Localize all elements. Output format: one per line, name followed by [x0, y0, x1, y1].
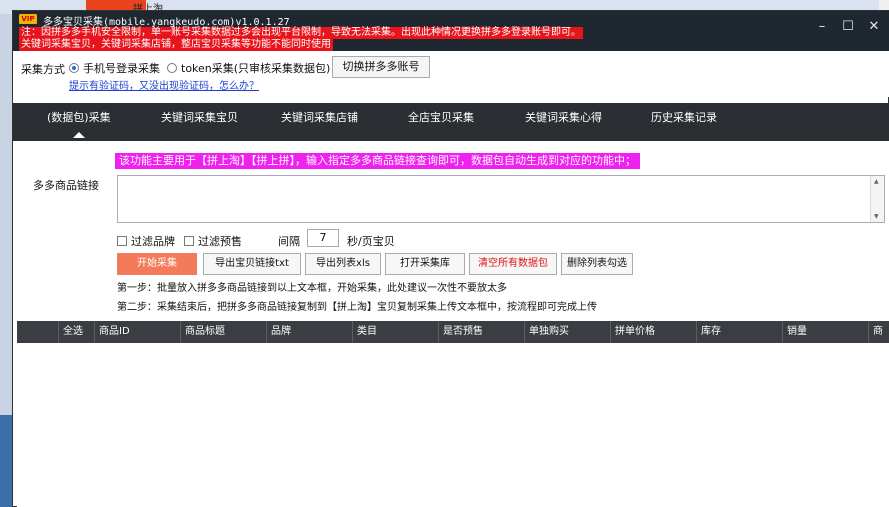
filter-brand-checkbox[interactable]: 过滤品牌 — [117, 233, 175, 249]
interval-input[interactable]: 7 — [307, 229, 339, 247]
app-window: VIP 多多宝贝采集(mobile.yangkeudo.com)v1.0.1.2… — [12, 10, 889, 507]
checkbox-icon — [184, 236, 194, 246]
radio-phone-login-label: 手机号登录采集 — [83, 62, 160, 75]
filter-presale-checkbox[interactable]: 过滤预售 — [184, 233, 242, 249]
data-package-panel: 该功能主要用于【拼上淘】【拼上拼】，输入指定多多商品链接查询即可，数据包自动生成… — [13, 141, 889, 321]
filter-brand-label: 过滤品牌 — [131, 235, 175, 248]
results-table-body[interactable] — [17, 343, 889, 507]
links-label: 多多商品链接 — [33, 179, 99, 192]
column-sales[interactable]: 销量 — [783, 321, 869, 343]
tab-keyword-tips[interactable]: 关键词采集心得 — [525, 103, 602, 141]
collect-method-area: 采集方式 手机号登录采集 token采集(只审核采集数据包) 切换拼多多账号 提… — [13, 51, 889, 97]
checkbox-icon — [117, 236, 127, 246]
tab-keyword-shops[interactable]: 关键词采集店铺 — [281, 103, 358, 141]
column-group-price[interactable]: 拼单价格 — [611, 321, 697, 343]
background-left-edge — [0, 415, 12, 507]
radio-unchecked-icon — [167, 63, 177, 73]
column-category[interactable]: 类目 — [353, 321, 439, 343]
radio-token[interactable]: token采集(只审核采集数据包) — [167, 60, 330, 76]
radio-checked-icon — [69, 63, 79, 73]
export-xls-button[interactable]: 导出列表xls — [305, 253, 381, 275]
vip-badge: VIP — [19, 14, 37, 24]
title-bar: VIP 多多宝贝采集(mobile.yangkeudo.com)v1.0.1.2… — [13, 11, 889, 51]
delete-selected-button[interactable]: 删除列表勾选 — [561, 253, 633, 275]
results-table-header: 全选 商品ID 商品标题 品牌 类目 是否预售 单独购买 拼单价格 库存 销量 … — [17, 321, 889, 343]
main-tabs: (数据包)采集 关键词采集宝贝 关键词采集店铺 全店宝贝采集 关键词采集心得 历… — [13, 103, 889, 141]
window-title: 多多宝贝采集(mobile.yangkeudo.com)v1.0.1.27 — [43, 17, 290, 28]
interval-label: 间隔 — [278, 235, 300, 248]
tab-data-package[interactable]: (数据包)采集 — [47, 103, 111, 141]
table-header-spacer — [17, 321, 59, 343]
close-button[interactable]: ✕ — [865, 19, 883, 35]
filter-presale-label: 过滤预售 — [198, 235, 242, 248]
interval-unit: 秒/页宝贝 — [347, 235, 395, 248]
export-links-button[interactable]: 导出宝贝链接txt — [203, 253, 301, 275]
warning-line-1: 注：因拼多多手机安全限制，单一账号采集数据过多会出现平台限制，导致无法采集。出现… — [19, 27, 583, 39]
step-two-text: 第二步：采集结束后，把拼多多商品链接复制到【拼上淘】宝贝复制采集上传文本框中，按… — [117, 302, 597, 313]
column-product-title[interactable]: 商品标题 — [181, 321, 267, 343]
warning-line-2: 关键词采集宝贝，关键词采集店铺，整店宝贝采集等功能不能同时使用 — [19, 39, 333, 51]
column-select-all[interactable]: 全选 — [59, 321, 95, 343]
column-product-id[interactable]: 商品ID — [95, 321, 181, 343]
method-label: 采集方式 — [21, 63, 65, 76]
column-brand[interactable]: 品牌 — [267, 321, 353, 343]
scroll-up-icon[interactable]: ▲ — [874, 178, 879, 185]
column-shop[interactable]: 商 — [869, 321, 889, 343]
column-single-buy[interactable]: 单独购买 — [525, 321, 611, 343]
function-hint: 该功能主要用于【拼上淘】【拼上拼】，输入指定多多商品链接查询即可，数据包自动生成… — [115, 153, 640, 169]
clear-data-button[interactable]: 清空所有数据包 — [469, 253, 557, 275]
maximize-button[interactable]: ☐ — [839, 19, 857, 35]
start-collect-button[interactable]: 开始采集 — [117, 253, 197, 275]
column-presale[interactable]: 是否预售 — [439, 321, 525, 343]
tab-history[interactable]: 历史采集记录 — [651, 103, 717, 141]
textarea-scrollbar[interactable]: ▲ ▼ — [870, 176, 884, 222]
switch-account-button[interactable]: 切换拼多多账号 — [332, 56, 430, 78]
step-one-text: 第一步：批量放入拼多多商品链接到以上文本框，开始采集，此处建议一次性不要放太多 — [117, 283, 507, 294]
radio-phone-login[interactable]: 手机号登录采集 — [69, 60, 160, 76]
minimize-button[interactable]: – — [813, 19, 831, 35]
captcha-help-link[interactable]: 提示有验证码，又没出现验证码，怎么办？ — [69, 77, 259, 92]
scroll-down-icon[interactable]: ▼ — [874, 213, 879, 220]
tab-whole-shop[interactable]: 全店宝贝采集 — [408, 103, 474, 141]
product-links-textarea[interactable]: ▲ ▼ — [117, 175, 885, 223]
column-stock[interactable]: 库存 — [697, 321, 783, 343]
tab-keyword-items[interactable]: 关键词采集宝贝 — [161, 103, 238, 141]
radio-token-label: token采集(只审核采集数据包) — [181, 62, 331, 75]
open-library-button[interactable]: 打开采集库 — [385, 253, 465, 275]
